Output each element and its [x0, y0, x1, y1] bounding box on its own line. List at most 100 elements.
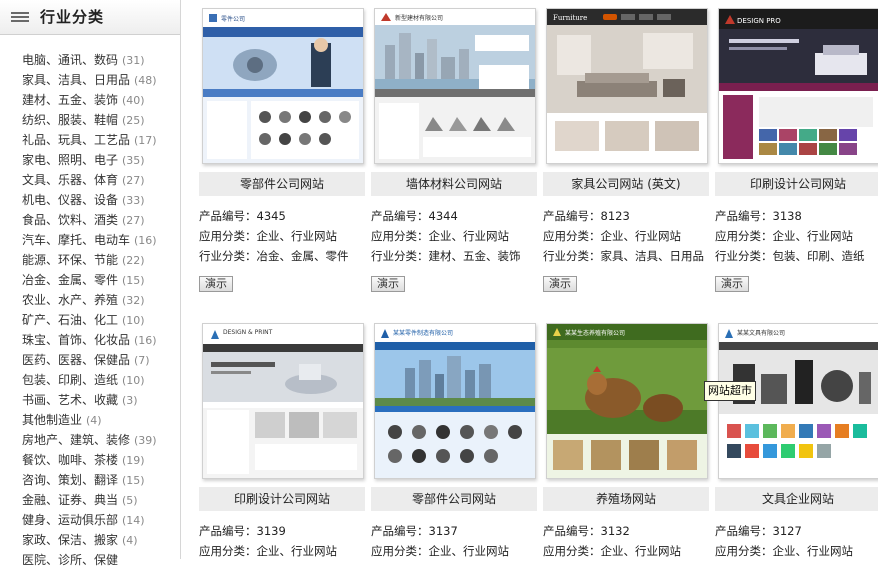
category-label[interactable]: 机电、仪器、设备: [22, 193, 118, 207]
category-label[interactable]: 文具、乐器、体育: [22, 173, 118, 187]
category-item[interactable]: 文具、乐器、体育 (27): [0, 170, 180, 190]
category-item[interactable]: 家电、照明、电子 (35): [0, 150, 180, 170]
product-info: 产品编号：3139 应用分类：企业、行业网站: [199, 521, 371, 561]
product-thumbnail[interactable]: 某某文具有限公司: [718, 323, 878, 479]
product-thumbnail[interactable]: 新型建材有限公司: [374, 8, 536, 164]
category-item[interactable]: 矿产、石油、化工 (10): [0, 310, 180, 330]
industry-category: 冶金、金属、零件: [256, 249, 349, 263]
category-label[interactable]: 珠宝、首饰、化妆品: [22, 333, 130, 347]
category-label[interactable]: 包装、印刷、造纸: [22, 373, 118, 387]
demo-button[interactable]: 演示: [199, 276, 233, 292]
app-label: 应用分类：: [199, 229, 257, 243]
category-item[interactable]: 医院、诊所、保健: [0, 550, 180, 570]
category-label[interactable]: 冶金、金属、零件: [22, 273, 118, 287]
category-item[interactable]: 其他制造业 (4): [0, 410, 180, 430]
demo-button[interactable]: 演示: [371, 276, 405, 292]
sidebar-header: 行业分类: [0, 0, 180, 35]
category-item[interactable]: 建材、五金、装饰 (40): [0, 90, 180, 110]
product-info: 产品编号：8123 应用分类：企业、行业网站 行业分类：家具、洁具、日用品: [543, 206, 715, 266]
category-label[interactable]: 礼品、玩具、工艺品: [22, 133, 130, 147]
category-label[interactable]: 建材、五金、装饰: [22, 93, 118, 107]
category-label[interactable]: 电脑、通讯、数码: [22, 53, 118, 67]
category-item[interactable]: 礼品、玩具、工艺品 (17): [0, 130, 180, 150]
demo-button[interactable]: 演示: [543, 276, 577, 292]
app-label: 应用分类：: [715, 229, 773, 243]
category-label[interactable]: 矿产、石油、化工: [22, 313, 118, 327]
category-item[interactable]: 电脑、通讯、数码 (31): [0, 50, 180, 70]
category-label[interactable]: 家具、洁具、日用品: [22, 73, 130, 87]
product-info: 产品编号：3137 应用分类：企业、行业网站: [371, 521, 543, 561]
category-item[interactable]: 家政、保洁、搬家 (4): [0, 530, 180, 550]
category-item[interactable]: 纺织、服装、鞋帽 (25): [0, 110, 180, 130]
product-thumbnail[interactable]: 零件公司: [202, 8, 364, 164]
category-item[interactable]: 书画、艺术、收藏 (3): [0, 390, 180, 410]
category-label[interactable]: 家电、照明、电子: [22, 153, 118, 167]
category-label[interactable]: 健身、运动俱乐部: [22, 513, 118, 527]
app-category: 企业、行业网站: [600, 544, 682, 558]
product-title[interactable]: 家具公司网站 (英文): [543, 172, 709, 196]
category-label[interactable]: 食品、饮料、酒类: [22, 213, 118, 227]
category-label[interactable]: 其他制造业: [22, 413, 82, 427]
category-label[interactable]: 书画、艺术、收藏: [22, 393, 118, 407]
app-label: 应用分类：: [199, 544, 257, 558]
product-title[interactable]: 零部件公司网站: [371, 487, 537, 511]
product-info: 产品编号：3138 应用分类：企业、行业网站 行业分类：包装、印刷、造纸: [715, 206, 878, 266]
category-item[interactable]: 机电、仪器、设备 (33): [0, 190, 180, 210]
category-item[interactable]: 餐饮、咖啡、茶楼 (19): [0, 450, 180, 470]
app-label: 应用分类：: [371, 544, 429, 558]
category-label[interactable]: 能源、环保、节能: [22, 253, 118, 267]
demo-button[interactable]: 演示: [715, 276, 749, 292]
product-title[interactable]: 零部件公司网站: [199, 172, 365, 196]
product-thumbnail[interactable]: DESIGN & PRINT: [202, 323, 364, 479]
category-label[interactable]: 金融、证券、典当: [22, 493, 118, 507]
category-count: (14): [122, 514, 145, 527]
category-label[interactable]: 纺织、服装、鞋帽: [22, 113, 118, 127]
category-label[interactable]: 家政、保洁、搬家: [22, 533, 118, 547]
product-thumbnail[interactable]: DESIGN PRO: [718, 8, 878, 164]
product-title[interactable]: 印刷设计公司网站: [715, 172, 878, 196]
category-item[interactable]: 房地产、建筑、装修 (39): [0, 430, 180, 450]
category-label[interactable]: 农业、水产、养殖: [22, 293, 118, 307]
category-item[interactable]: 农业、水产、养殖 (32): [0, 290, 180, 310]
thumb-logo-text: 某某零件制造有限公司: [393, 329, 453, 337]
category-label[interactable]: 汽车、摩托、电动车: [22, 233, 130, 247]
category-label[interactable]: 医药、医器、保健品: [22, 353, 130, 367]
category-count: (16): [134, 234, 157, 247]
category-item[interactable]: 能源、环保、节能 (22): [0, 250, 180, 270]
product-info: 产品编号：3127 应用分类：企业、行业网站: [715, 521, 878, 561]
category-label[interactable]: 房地产、建筑、装修: [22, 433, 130, 447]
product-thumbnail[interactable]: 某某零件制造有限公司: [374, 323, 536, 479]
product-title[interactable]: 文具企业网站: [715, 487, 878, 511]
category-count: (39): [134, 434, 157, 447]
category-item[interactable]: 健身、运动俱乐部 (14): [0, 510, 180, 530]
industry-category: 建材、五金、装饰: [428, 249, 521, 263]
category-item[interactable]: 汽车、摩托、电动车 (16): [0, 230, 180, 250]
thumb-logo-text: 某某文具有限公司: [737, 329, 785, 337]
category-item[interactable]: 珠宝、首饰、化妆品 (16): [0, 330, 180, 350]
app-category: 企业、行业网站: [772, 544, 854, 558]
category-item[interactable]: 包装、印刷、造纸 (10): [0, 370, 180, 390]
category-item[interactable]: 金融、证券、典当 (5): [0, 490, 180, 510]
category-item[interactable]: 食品、饮料、酒类 (27): [0, 210, 180, 230]
app-category: 企业、行业网站: [428, 229, 510, 243]
industry-category: 包装、印刷、造纸: [772, 249, 865, 263]
category-item[interactable]: 家具、洁具、日用品 (48): [0, 70, 180, 90]
app-label: 应用分类：: [371, 229, 429, 243]
category-label[interactable]: 餐饮、咖啡、茶楼: [22, 453, 118, 467]
category-label[interactable]: 医院、诊所、保健: [22, 553, 118, 567]
category-label[interactable]: 咨询、策划、翻译: [22, 473, 118, 487]
sidebar-title: 行业分类: [40, 8, 105, 26]
industry-label: 行业分类：: [371, 249, 429, 263]
product-thumbnail[interactable]: 某某生态养殖有限公司: [546, 323, 708, 479]
category-item[interactable]: 冶金、金属、零件 (15): [0, 270, 180, 290]
category-item[interactable]: 医药、医器、保健品 (7): [0, 350, 180, 370]
industry-category: 家具、洁具、日用品: [600, 249, 705, 263]
product-thumbnail[interactable]: Furniture: [546, 8, 708, 164]
thumb-logo-text: 新型建材有限公司: [395, 14, 443, 22]
product-title[interactable]: 养殖场网站: [543, 487, 709, 511]
product-title[interactable]: 墙体材料公司网站: [371, 172, 537, 196]
product-title[interactable]: 印刷设计公司网站: [199, 487, 365, 511]
category-item[interactable]: 咨询、策划、翻译 (15): [0, 470, 180, 490]
app-category: 企业、行业网站: [600, 229, 682, 243]
code-label: 产品编号：: [199, 524, 257, 538]
